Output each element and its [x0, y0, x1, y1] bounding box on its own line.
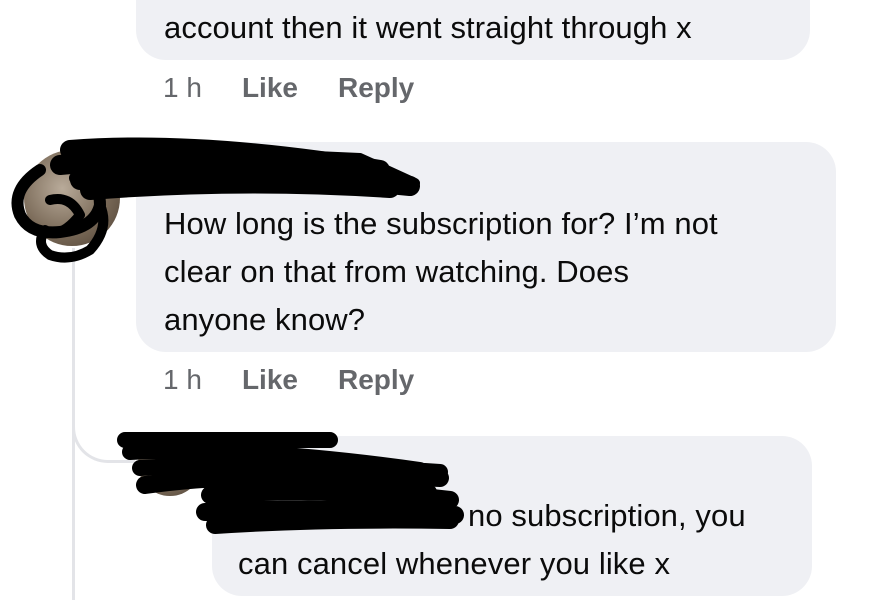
redaction-scribble [11, 137, 464, 534]
